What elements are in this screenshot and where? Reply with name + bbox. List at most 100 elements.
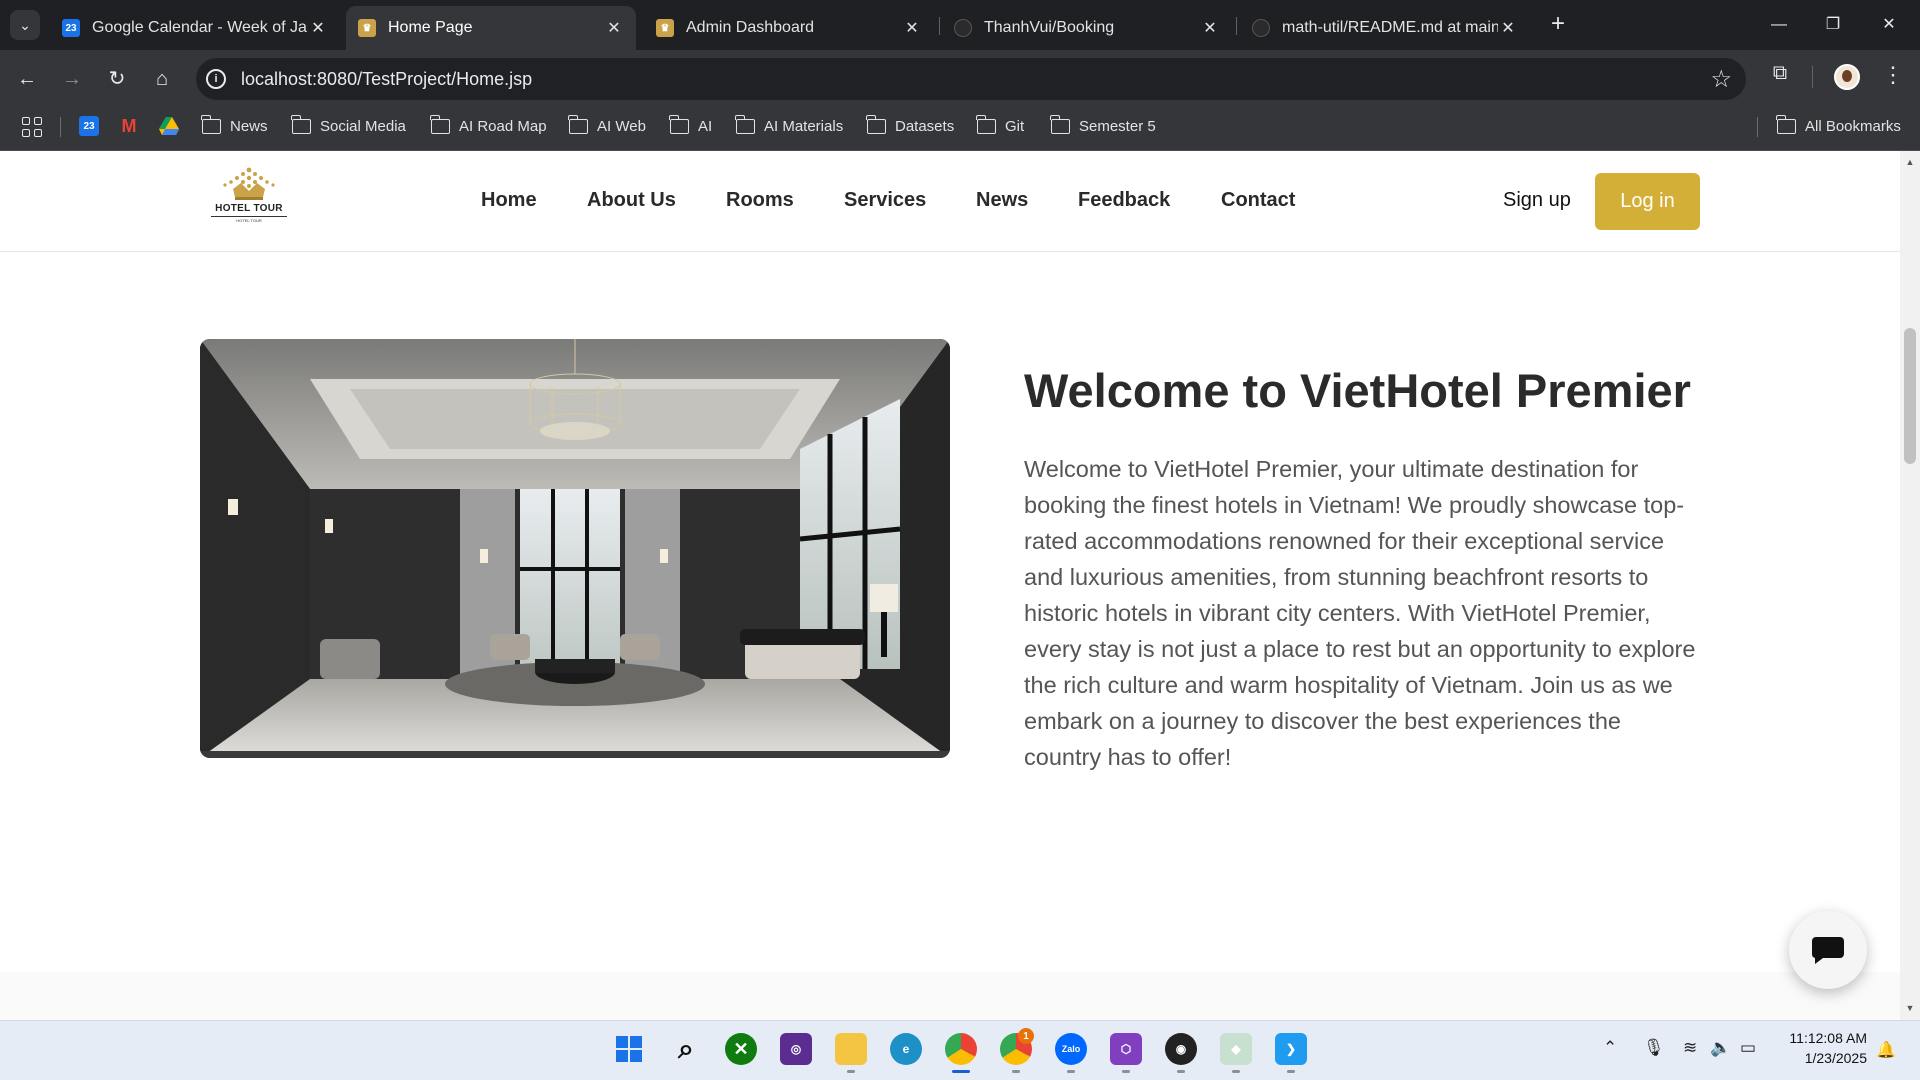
tab-github-math-util[interactable]: math-util/README.md at main ✕ xyxy=(1240,6,1530,50)
bookmark-ai[interactable]: AI xyxy=(669,114,713,138)
address-bar[interactable]: i localhost:8080/TestProject/Home.jsp ☆ xyxy=(196,58,1746,100)
hotel-logo[interactable]: HOTEL TOUR HOTEL TOUR xyxy=(211,167,287,229)
app-diamond-icon[interactable]: ◆ xyxy=(1220,1033,1252,1065)
bookmark-label: News xyxy=(230,117,268,135)
scroll-up-arrow-icon[interactable]: ▲ xyxy=(1904,157,1916,167)
tab-home-page[interactable]: ♛ Home Page ✕ xyxy=(346,6,636,50)
active-indicator xyxy=(952,1070,970,1073)
site-info-icon[interactable]: i xyxy=(206,69,226,89)
nav-home[interactable]: Home xyxy=(481,189,537,212)
nav-contact[interactable]: Contact xyxy=(1221,189,1295,212)
bookmark-git[interactable]: Git xyxy=(976,114,1024,138)
notification-bell-icon[interactable]: 🔔 xyxy=(1876,1040,1896,1062)
folder-icon xyxy=(866,114,886,134)
folder-icon xyxy=(1776,114,1796,134)
all-bookmarks[interactable]: All Bookmarks xyxy=(1776,114,1901,138)
bookmark-label: AI Web xyxy=(597,117,646,135)
edge-icon[interactable]: e xyxy=(890,1033,922,1065)
nav-services[interactable]: Services xyxy=(844,189,926,212)
scrollbar-thumb[interactable] xyxy=(1904,328,1916,464)
tab-title: math-util/README.md at main xyxy=(1282,19,1498,36)
tab-divider xyxy=(1236,17,1237,35)
bookmark-label: Datasets xyxy=(895,117,955,135)
sign-up-link[interactable]: Sign up xyxy=(1503,189,1571,212)
bookmark-ai-web[interactable]: AI Web xyxy=(568,114,646,138)
file-explorer-icon[interactable] xyxy=(835,1033,867,1065)
nav-about-us[interactable]: About Us xyxy=(587,189,676,212)
xbox-icon[interactable]: ✕ xyxy=(725,1033,757,1065)
running-indicator xyxy=(1067,1070,1075,1073)
tab-title: ThanhVui/Booking xyxy=(984,19,1115,36)
tab-github-booking[interactable]: ThanhVui/Booking ✕ xyxy=(942,6,1232,50)
clock-time[interactable]: 11:12:08 AM xyxy=(1781,1030,1867,1046)
close-icon[interactable]: ✕ xyxy=(604,18,624,38)
clock-date[interactable]: 1/23/2025 xyxy=(1781,1050,1867,1066)
calendar-icon: 23 xyxy=(62,19,80,37)
battery-icon[interactable]: ▭ xyxy=(1740,1038,1756,1058)
bookmark-label: AI Materials xyxy=(764,117,844,135)
folder-icon xyxy=(430,114,450,134)
windows-start-icon[interactable] xyxy=(613,1033,645,1065)
tab-admin-dashboard[interactable]: ♛ Admin Dashboard ✕ xyxy=(644,6,934,50)
menu-dots-icon[interactable]: ⋮ xyxy=(1882,62,1904,92)
bookmark-label: AI Road Map xyxy=(459,117,547,135)
search-icon[interactable]: ⌕ xyxy=(670,1033,702,1065)
google-drive-icon[interactable] xyxy=(159,116,179,136)
clipchamp-icon[interactable]: ◎ xyxy=(780,1033,812,1065)
scroll-down-arrow-icon[interactable]: ▼ xyxy=(1904,1003,1916,1013)
running-indicator xyxy=(1287,1070,1295,1073)
microphone-icon[interactable]: 🎙 xyxy=(1643,1038,1665,1058)
wifi-icon[interactable]: ≋ xyxy=(1683,1038,1697,1058)
nav-news[interactable]: News xyxy=(976,189,1028,212)
vscode-icon[interactable]: ❯ xyxy=(1275,1033,1307,1065)
nav-feedback[interactable]: Feedback xyxy=(1078,189,1170,212)
bookmark-ai-road-map[interactable]: AI Road Map xyxy=(430,114,547,138)
tab-search-button[interactable]: ⌄ xyxy=(10,10,40,40)
bookmark-social-media[interactable]: Social Media xyxy=(291,114,406,138)
bookmark-ai-materials[interactable]: AI Materials xyxy=(735,114,844,138)
bookmark-label: AI xyxy=(698,117,713,135)
zalo-icon[interactable]: Zalo xyxy=(1055,1033,1087,1065)
toolbar-divider xyxy=(1812,66,1813,88)
extensions-icon[interactable]: ⧉ xyxy=(1766,62,1794,92)
bookmark-semester-5[interactable]: Semester 5 xyxy=(1050,114,1156,138)
close-icon[interactable]: ✕ xyxy=(1200,18,1220,38)
close-icon[interactable]: ✕ xyxy=(308,18,328,38)
folder-icon xyxy=(976,114,996,134)
bookmark-datasets[interactable]: Datasets xyxy=(866,114,955,138)
new-tab-button[interactable]: + xyxy=(1544,10,1572,40)
address-text[interactable]: localhost:8080/TestProject/Home.jsp xyxy=(241,69,532,90)
back-arrow-icon[interactable]: ← xyxy=(10,62,44,96)
window-close-button[interactable]: ✕ xyxy=(1866,8,1912,42)
restore-button[interactable]: ❐ xyxy=(1810,8,1856,42)
bookmarks-bar xyxy=(0,108,1920,151)
close-icon[interactable]: ✕ xyxy=(902,18,922,38)
folder-icon xyxy=(669,114,689,134)
gmail-icon[interactable]: M xyxy=(119,116,139,136)
close-icon[interactable]: ✕ xyxy=(1498,18,1518,38)
minimize-button[interactable]: — xyxy=(1756,8,1802,42)
hotel-lobby-image xyxy=(200,339,950,758)
bookmark-news[interactable]: News xyxy=(201,114,268,138)
tab-title: Admin Dashboard xyxy=(686,19,815,36)
forward-arrow-icon[interactable]: → xyxy=(55,62,89,96)
obs-icon[interactable]: ◉ xyxy=(1165,1033,1197,1065)
volume-icon[interactable]: 🔈 xyxy=(1710,1038,1731,1058)
next-section-band xyxy=(0,972,1900,1020)
chrome-icon[interactable] xyxy=(945,1033,977,1065)
bookmark-label: All Bookmarks xyxy=(1805,117,1901,135)
profile-avatar[interactable] xyxy=(1834,64,1860,90)
apps-grid-icon[interactable] xyxy=(22,117,42,137)
home-icon[interactable]: ⌂ xyxy=(145,62,179,96)
chevron-up-icon[interactable]: ⌃ xyxy=(1603,1038,1617,1058)
running-indicator xyxy=(1122,1070,1130,1073)
chat-button[interactable] xyxy=(1789,911,1867,989)
log-in-button[interactable]: Log in xyxy=(1595,173,1700,230)
calendar-icon[interactable]: 23 xyxy=(79,116,99,136)
tab-google-calendar[interactable]: 23 Google Calendar - Week of Janu ✕ xyxy=(50,6,340,50)
reload-icon[interactable]: ↻ xyxy=(100,62,134,96)
page-scrollbar[interactable]: ▲ ▼ xyxy=(1900,151,1920,1020)
nav-rooms[interactable]: Rooms xyxy=(726,189,794,212)
app-cube-icon[interactable]: ⬡ xyxy=(1110,1033,1142,1065)
bookmark-star-icon[interactable]: ☆ xyxy=(1710,65,1732,94)
